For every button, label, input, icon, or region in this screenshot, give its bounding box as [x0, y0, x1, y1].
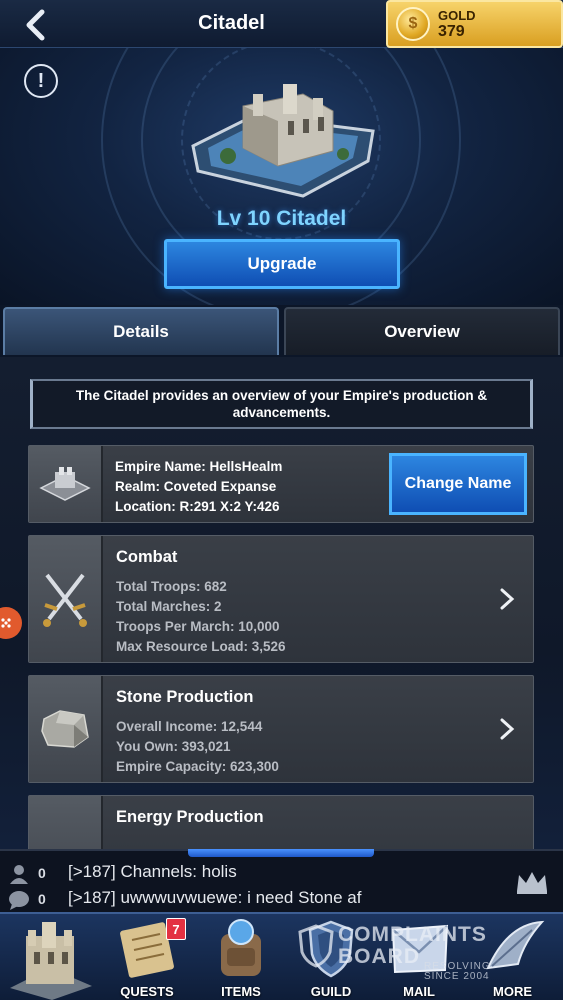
- chat-count: 0: [38, 865, 46, 881]
- details-panel: The Citadel provides an overview of your…: [0, 357, 563, 849]
- chat-bubble-icon: [9, 891, 29, 910]
- citadel-building-image: [191, 84, 375, 198]
- combat-stat: Total Troops: 682: [116, 579, 227, 594]
- chat-drag-handle[interactable]: [188, 849, 374, 857]
- info-icon[interactable]: !: [24, 64, 58, 98]
- quests-badge: 7: [166, 918, 186, 940]
- top-bar: Citadel $ GOLD 379: [0, 0, 563, 48]
- nav-label: QUESTS: [120, 984, 174, 999]
- tab-details[interactable]: Details: [3, 307, 279, 355]
- chat-panel[interactable]: 0 [>187] Channels: holis 0 [>187] uwwwuv…: [0, 849, 563, 912]
- nav-label: GUILD: [310, 984, 352, 999]
- nav-mail[interactable]: MAIL: [376, 914, 462, 1000]
- castle-icon: [39, 467, 91, 501]
- combat-stat: Max Resource Load: 3,526: [116, 639, 286, 654]
- shield-icon: [308, 920, 354, 978]
- nav-citadel[interactable]: [2, 914, 98, 1000]
- person-icon: [10, 865, 28, 884]
- combat-title: Combat: [116, 548, 178, 566]
- stone-production-card[interactable]: Stone Production Overall Income: 12,544 …: [28, 675, 534, 783]
- tab-bar: Details Overview: [0, 305, 563, 357]
- combat-stat: Total Marches: 2: [116, 599, 222, 614]
- nav-label: ITEMS: [221, 984, 261, 999]
- bottom-nav: 7 QUESTS ITEMS GUILD MAIL MORE: [0, 912, 563, 1000]
- chat-count: 0: [38, 891, 46, 907]
- backpack-icon: [221, 919, 261, 976]
- nav-more[interactable]: MORE: [464, 914, 561, 1000]
- change-name-button[interactable]: Change Name: [389, 453, 527, 515]
- gold-value: 379: [438, 23, 465, 40]
- chevron-right-icon: [500, 588, 515, 610]
- dots-icon: [1, 618, 11, 628]
- stone-stat: You Own: 393,021: [116, 739, 231, 754]
- combat-thumbnail: [29, 536, 103, 662]
- building-level-title: Lv 10 Citadel: [216, 207, 347, 230]
- description-box: The Citadel provides an overview of your…: [30, 379, 533, 429]
- stone-thumbnail: [29, 676, 103, 782]
- tab-overview[interactable]: Overview: [284, 307, 560, 355]
- empire-info-card: Empire Name: HellsHealm Realm: Coveted E…: [28, 445, 534, 523]
- stone-title: Stone Production: [116, 688, 254, 706]
- chat-message: [>187] Channels: holis: [68, 862, 237, 881]
- energy-thumbnail: [29, 796, 103, 849]
- chat-row: 0 [>187] uwwwuvwuewe: i need Stone af: [0, 887, 563, 913]
- nav-quests[interactable]: 7 QUESTS: [100, 914, 194, 1000]
- crossed-swords-icon: [43, 573, 87, 627]
- nav-label: MAIL: [403, 984, 435, 999]
- gold-label: GOLD: [438, 8, 476, 23]
- chat-message: [>187] uwwwuvwuewe: i need Stone af: [68, 888, 362, 907]
- nav-label: MORE: [493, 984, 532, 999]
- more-icon: [486, 920, 545, 970]
- gold-balance-button[interactable]: $ GOLD 379: [386, 0, 563, 48]
- side-drawer-handle[interactable]: [0, 607, 22, 639]
- combat-stat: Troops Per March: 10,000: [116, 619, 280, 634]
- stone-stat: Empire Capacity: 623,300: [116, 759, 279, 774]
- combat-card[interactable]: Combat Total Troops: 682 Total Marches: …: [28, 535, 534, 663]
- chevron-right-icon: [500, 718, 515, 740]
- upgrade-button[interactable]: Upgrade: [164, 239, 400, 289]
- citadel-icon: [10, 922, 92, 1000]
- hero-area: Citadel $ GOLD 379 ! Lv 10 Citadel Upgra…: [0, 0, 563, 305]
- stone-stat: Overall Income: 12,544: [116, 719, 263, 734]
- gold-coin-icon: $: [396, 7, 430, 41]
- nav-items[interactable]: ITEMS: [196, 914, 286, 1000]
- energy-title: Energy Production: [116, 808, 264, 826]
- stone-icon: [41, 710, 89, 748]
- mail-icon: [391, 924, 449, 974]
- chat-row: 0 [>187] Channels: holis: [0, 861, 563, 887]
- nav-guild[interactable]: GUILD: [288, 914, 374, 1000]
- energy-production-card[interactable]: Energy Production: [28, 795, 534, 849]
- crown-icon[interactable]: [515, 869, 549, 895]
- empire-thumbnail: [29, 446, 103, 522]
